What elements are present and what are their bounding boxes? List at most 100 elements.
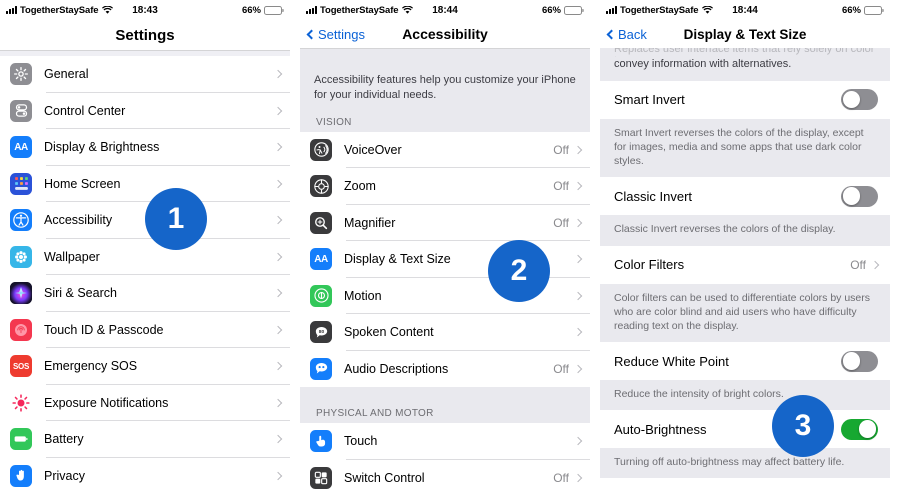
toggle-switch[interactable] <box>841 418 878 440</box>
chevron-right-icon <box>273 289 283 298</box>
list-item-accessory <box>273 216 290 225</box>
chevron-right-icon <box>273 70 283 79</box>
list-item-label: Switch Control <box>344 470 425 485</box>
chevron-right-icon <box>273 106 283 115</box>
motion-icon <box>310 284 332 307</box>
battery-icon <box>564 5 584 15</box>
toggle-row[interactable]: Reduce White Point <box>600 342 890 381</box>
wifi-icon <box>702 5 714 15</box>
list-item[interactable]: Privacy <box>0 457 290 494</box>
display-settings-list[interactable]: Smart Invert Smart Invert reverses the co… <box>600 80 890 479</box>
list-item[interactable]: AA Display & Brightness <box>0 129 290 166</box>
chevron-left-icon <box>306 29 317 39</box>
list-item[interactable]: General <box>0 56 290 93</box>
zoom-icon <box>310 175 332 198</box>
link-row[interactable]: Color Filters Off <box>600 245 890 284</box>
magnifier-icon <box>310 211 332 234</box>
chevron-right-icon <box>273 216 283 225</box>
chevron-right-icon <box>273 143 283 152</box>
chevron-right-icon <box>273 179 283 188</box>
panel-accessibility: TogetherStaySafe 18:44 66% Settings Acce… <box>300 0 590 500</box>
audio-desc-icon <box>310 357 332 380</box>
toggle-knob <box>858 420 877 438</box>
clipped-note: convey information with alternatives. <box>600 57 890 81</box>
toggle-knob <box>842 352 861 370</box>
row-label: Smart Invert <box>614 92 685 108</box>
list-item-label: Touch <box>344 434 378 449</box>
accessibility-icon <box>10 209 32 232</box>
list-item-label: Home Screen <box>44 176 121 191</box>
list-item[interactable]: VoiceOver Off <box>300 131 590 169</box>
step-badge-1: 1 <box>145 188 207 250</box>
toggle-row[interactable]: Auto-Brightness <box>600 410 890 449</box>
chevron-right-icon <box>273 435 283 444</box>
navbar-panel2: Settings Accessibility <box>300 20 590 48</box>
list-item[interactable]: Battery <box>0 421 290 458</box>
list-item-accessory <box>573 328 590 337</box>
cellular-bars-icon <box>6 6 17 14</box>
blurb-spacer <box>300 49 590 63</box>
toggle-switch[interactable] <box>841 89 878 111</box>
chevron-right-icon <box>273 252 283 261</box>
hand-icon <box>10 464 32 487</box>
row-accessory <box>841 418 878 440</box>
chevron-right-icon <box>573 255 583 264</box>
toggle-knob <box>842 90 861 109</box>
chevron-right-icon <box>273 471 283 480</box>
cellular-bars-icon <box>606 6 617 14</box>
list-item-label: General <box>44 67 89 82</box>
row-footnote: Classic Invert reverses the colors of th… <box>600 215 890 246</box>
list-item[interactable]: Magnifier Off <box>300 204 590 242</box>
list-item-label: Audio Descriptions <box>344 361 449 376</box>
list-item[interactable]: Siri & Search <box>0 275 290 312</box>
list-item[interactable]: 80 Spoken Content <box>300 314 590 351</box>
battery-percent: 66% <box>241 4 261 16</box>
row-footnote: Smart Invert reverses the colors of the … <box>600 118 890 178</box>
row-footnote: Reduce the intensity of bright colors. <box>600 380 890 411</box>
list-item[interactable]: SOS Emergency SOS <box>0 348 290 385</box>
list-item[interactable]: Control Center <box>0 92 290 129</box>
chevron-right-icon <box>573 182 583 191</box>
wallpaper-icon <box>10 245 32 268</box>
toggle-row[interactable]: Smart Invert <box>600 80 890 119</box>
back-button[interactable]: Settings <box>306 27 365 42</box>
toggle-switch[interactable] <box>841 350 878 372</box>
back-button[interactable]: Back <box>606 27 647 42</box>
app-grid-icon <box>10 172 32 195</box>
carrier-label: TogetherStaySafe <box>320 4 399 16</box>
section-header-physical: PHYSICAL AND MOTOR <box>300 401 590 424</box>
list-item[interactable]: Zoom Off <box>300 168 590 205</box>
list-item-accessory <box>273 435 290 444</box>
touch-icon <box>310 430 332 453</box>
toggle-row[interactable]: Classic Invert <box>600 177 890 216</box>
status-time: 18:44 <box>732 4 758 16</box>
list-item[interactable]: Wallpaper <box>0 238 290 275</box>
list-item-label: Control Center <box>44 103 126 118</box>
chevron-right-icon <box>273 362 283 371</box>
toggle-switch[interactable] <box>841 185 878 207</box>
list-item[interactable]: Switch Control Off <box>300 459 590 497</box>
carrier-label: TogetherStaySafe <box>20 4 99 16</box>
list-item-label: Accessibility <box>44 213 113 228</box>
page-title: Settings <box>115 26 175 44</box>
row-label: Classic Invert <box>614 188 693 204</box>
list-item[interactable]: Home Screen <box>0 165 290 202</box>
list-item-accessory <box>273 325 290 334</box>
physical-list[interactable]: Touch Switch Control Off <box>300 423 590 497</box>
list-item[interactable]: Touch <box>300 423 590 460</box>
panel-gap <box>590 0 600 500</box>
voiceover-icon <box>310 138 332 161</box>
list-item[interactable]: Touch ID & Passcode <box>0 311 290 348</box>
list-item[interactable]: Audio Descriptions Off <box>300 350 590 388</box>
chevron-right-icon <box>273 398 283 407</box>
step-badge-2: 2 <box>488 240 550 302</box>
settings-list[interactable]: General Control Center AA Display & Brightn… <box>0 56 290 494</box>
cellular-bars-icon <box>306 6 317 14</box>
chevron-right-icon <box>870 260 880 269</box>
row-label: Auto-Brightness <box>614 421 707 437</box>
chevron-right-icon <box>573 218 583 228</box>
list-item[interactable]: Exposure Notifications <box>0 384 290 421</box>
chevron-right-icon <box>573 473 583 483</box>
row-label: Reduce White Point <box>614 353 729 369</box>
row-accessory: Off <box>850 258 880 272</box>
